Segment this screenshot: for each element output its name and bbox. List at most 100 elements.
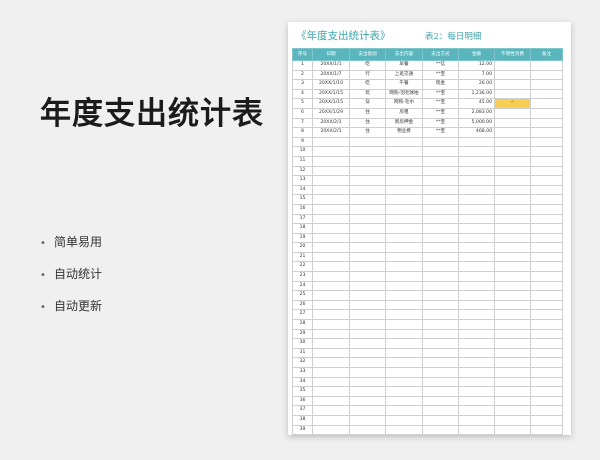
date-cell[interactable] xyxy=(312,386,350,397)
method-cell[interactable] xyxy=(422,136,459,148)
category-cell[interactable] xyxy=(349,319,386,330)
category-cell[interactable] xyxy=(349,261,386,273)
flag-cell[interactable] xyxy=(494,299,531,311)
method-cell[interactable] xyxy=(422,223,459,234)
date-cell[interactable] xyxy=(312,271,350,282)
flag-cell[interactable] xyxy=(494,309,531,321)
note-cell[interactable] xyxy=(530,184,563,196)
method-cell[interactable] xyxy=(422,175,459,186)
note-cell[interactable] xyxy=(530,98,563,109)
row-number-cell[interactable]: 1 xyxy=(292,60,313,71)
note-cell[interactable] xyxy=(530,261,563,273)
note-cell[interactable] xyxy=(530,357,563,368)
method-cell[interactable] xyxy=(422,367,459,378)
amount-cell[interactable]: 5,000.00 xyxy=(458,117,495,129)
note-cell[interactable] xyxy=(530,79,563,90)
method-cell[interactable] xyxy=(422,280,459,292)
content-cell[interactable] xyxy=(385,338,423,349)
amount-cell[interactable] xyxy=(458,194,495,205)
method-cell[interactable] xyxy=(422,395,459,407)
flag-cell[interactable] xyxy=(494,290,531,301)
content-cell[interactable]: 上班交通 xyxy=(385,69,423,81)
note-cell[interactable] xyxy=(530,251,563,263)
flag-cell[interactable] xyxy=(494,127,531,138)
date-cell[interactable]: 20XX/1/10 xyxy=(312,79,350,90)
date-cell[interactable]: 20XX/1/7 xyxy=(312,69,350,81)
date-cell[interactable]: 20XX/2/1 xyxy=(312,117,350,129)
flag-cell[interactable] xyxy=(494,88,531,100)
content-cell[interactable] xyxy=(385,414,423,426)
content-cell[interactable] xyxy=(385,155,423,167)
amount-cell[interactable] xyxy=(458,280,495,292)
amount-cell[interactable] xyxy=(458,290,495,301)
date-cell[interactable] xyxy=(312,395,350,407)
method-cell[interactable] xyxy=(422,261,459,273)
row-number-cell[interactable]: 36 xyxy=(292,395,313,407)
date-cell[interactable] xyxy=(312,242,350,253)
category-cell[interactable] xyxy=(349,299,386,311)
category-cell[interactable] xyxy=(349,328,386,340)
method-cell[interactable] xyxy=(422,319,459,330)
flag-cell[interactable] xyxy=(494,261,531,273)
date-cell[interactable] xyxy=(312,155,350,167)
note-cell[interactable] xyxy=(530,271,563,282)
row-number-cell[interactable]: 2 xyxy=(292,69,313,81)
note-cell[interactable] xyxy=(530,405,563,416)
category-cell[interactable] xyxy=(349,338,386,349)
amount-cell[interactable] xyxy=(458,251,495,263)
method-cell[interactable]: **宝 xyxy=(422,69,459,81)
flag-cell[interactable] xyxy=(494,136,531,148)
column-header[interactable]: 支出类别 xyxy=(349,48,386,61)
flag-cell[interactable] xyxy=(494,424,531,435)
content-cell[interactable] xyxy=(385,319,423,330)
method-cell[interactable] xyxy=(422,155,459,167)
date-cell[interactable] xyxy=(312,338,350,349)
amount-cell[interactable]: 2,083.00 xyxy=(458,107,495,119)
flag-cell[interactable] xyxy=(494,414,531,426)
date-cell[interactable] xyxy=(312,136,350,148)
content-cell[interactable]: 网购-毛巾 xyxy=(385,98,423,109)
content-cell[interactable] xyxy=(385,395,423,407)
note-cell[interactable] xyxy=(530,376,563,388)
amount-cell[interactable] xyxy=(458,184,495,196)
content-cell[interactable] xyxy=(385,146,423,157)
content-cell[interactable]: 房租 xyxy=(385,107,423,119)
amount-cell[interactable]: 45.00 xyxy=(458,98,495,109)
flag-cell[interactable] xyxy=(494,280,531,292)
flag-cell[interactable] xyxy=(494,184,531,196)
note-cell[interactable] xyxy=(530,165,563,177)
content-cell[interactable] xyxy=(385,367,423,378)
flag-cell[interactable] xyxy=(494,232,531,244)
category-cell[interactable]: 行 xyxy=(349,69,386,81)
method-cell[interactable] xyxy=(422,271,459,282)
category-cell[interactable] xyxy=(349,213,386,225)
note-cell[interactable] xyxy=(530,194,563,205)
method-cell[interactable]: **宝 xyxy=(422,127,459,138)
note-cell[interactable] xyxy=(530,319,563,330)
row-number-cell[interactable]: 18 xyxy=(292,223,313,234)
row-number-cell[interactable]: 39 xyxy=(292,424,313,435)
date-cell[interactable] xyxy=(312,280,350,292)
amount-cell[interactable] xyxy=(458,367,495,378)
method-cell[interactable] xyxy=(422,203,459,215)
content-cell[interactable] xyxy=(385,280,423,292)
amount-cell[interactable]: 12.00 xyxy=(458,60,495,71)
category-cell[interactable] xyxy=(349,376,386,388)
row-number-cell[interactable]: 25 xyxy=(292,290,313,301)
date-cell[interactable]: 20XX/1/1 xyxy=(312,60,350,71)
content-cell[interactable] xyxy=(385,223,423,234)
date-cell[interactable] xyxy=(312,290,350,301)
content-cell[interactable] xyxy=(385,136,423,148)
amount-cell[interactable] xyxy=(458,414,495,426)
date-cell[interactable]: 20XX/1/29 xyxy=(312,107,350,119)
date-cell[interactable] xyxy=(312,251,350,263)
content-cell[interactable]: 新房押金 xyxy=(385,117,423,129)
column-header[interactable]: 支出方式 xyxy=(422,48,459,61)
note-cell[interactable] xyxy=(530,127,563,138)
row-number-cell[interactable]: 28 xyxy=(292,319,313,330)
note-cell[interactable] xyxy=(530,232,563,244)
row-number-cell[interactable]: 33 xyxy=(292,367,313,378)
content-cell[interactable] xyxy=(385,290,423,301)
category-cell[interactable]: 住 xyxy=(349,117,386,129)
content-cell[interactable] xyxy=(385,376,423,388)
